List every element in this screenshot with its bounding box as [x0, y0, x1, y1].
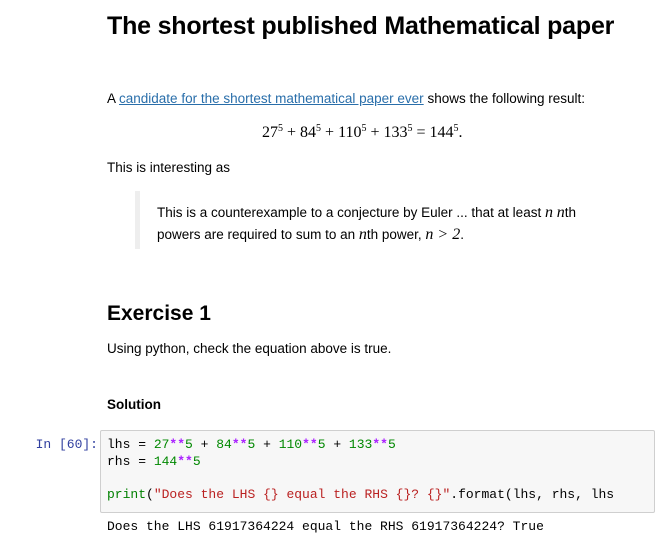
code-token: **: [169, 437, 186, 452]
quote-th-2: th power,: [366, 227, 426, 242]
exercise-heading-block: Exercise 1: [107, 302, 652, 326]
quote-inequality: n > 2: [425, 226, 461, 243]
code-token: 144: [153, 453, 178, 469]
interesting-paragraph: This is interesting as: [107, 160, 652, 175]
eq-base-2: 84: [300, 124, 317, 141]
code-token: **: [372, 437, 388, 452]
eq-base-5: 144: [429, 124, 454, 141]
interesting-text: This is interesting as: [107, 160, 231, 175]
code-cell-input[interactable]: lhs = 27**5 + 84**5 + 110**5 + 133**5 rh…: [100, 430, 655, 513]
code-token: (: [146, 486, 154, 502]
code-token: 5: [317, 437, 326, 452]
exercise-text: Using python, check the equation above i…: [107, 341, 392, 356]
quote-n-1: n: [544, 204, 553, 221]
paper-link[interactable]: candidate for the shortest mathematical …: [119, 91, 424, 106]
solution-label-block: Solution: [107, 397, 652, 412]
quote-line1: This is a counterexample to a conjecture…: [157, 205, 545, 220]
intro-prefix: A: [107, 91, 120, 106]
code-token: =: [130, 453, 154, 469]
quote-text: This is a counterexample to a conjecture…: [157, 202, 576, 246]
quote-th-1: th: [564, 205, 576, 220]
intro-paragraph: A candidate for the shortest mathematica…: [107, 91, 652, 106]
eq-end: .: [458, 124, 463, 141]
cell-output: Does the LHS 61917364224 equal the RHS 6…: [107, 519, 544, 534]
code-token: **: [302, 437, 318, 452]
code-token: **: [177, 453, 193, 469]
code-token: +: [325, 437, 349, 452]
code-token: =: [130, 437, 154, 452]
code-token: 5: [185, 437, 193, 452]
cell-prompt: In [60]:: [35, 437, 98, 452]
eq-base-4: 133: [383, 124, 408, 141]
code-token: 84: [216, 437, 232, 452]
code-token: 110: [278, 437, 303, 452]
code-token: 27: [153, 437, 170, 452]
eq-base-1: 27: [262, 124, 278, 141]
quote-n-2: n: [556, 204, 565, 221]
quote-end: .: [460, 227, 464, 242]
eq-plus-2: +: [321, 124, 339, 141]
eq-plus-3: +: [366, 124, 384, 141]
exercise-heading: Exercise 1: [107, 302, 211, 325]
code-token: +: [192, 437, 217, 452]
eq-equals: =: [412, 124, 430, 141]
code-token: +: [255, 437, 279, 452]
code-token: 133: [348, 437, 373, 452]
code-token: rhs: [107, 453, 131, 469]
code-token: print: [107, 486, 147, 502]
eq-base-3: 110: [338, 124, 362, 141]
blockquote: This is a counterexample to a conjecture…: [135, 191, 635, 249]
equation: 275 + 845 + 1105 + 1335 = 1445.: [262, 124, 522, 142]
exercise-paragraph: Using python, check the equation above i…: [107, 341, 652, 356]
page-title-block: The shortest published Mathematical pape…: [107, 12, 652, 40]
eq-plus-1: +: [283, 124, 301, 141]
solution-label: Solution: [107, 397, 161, 412]
code-token: **: [231, 437, 248, 452]
page-title: The shortest published Mathematical pape…: [107, 12, 615, 40]
code-token: .format(lhs, rhs, lhs: [450, 486, 615, 502]
quote-n-3: n: [358, 226, 367, 243]
code-editor[interactable]: lhs = 27**5 + 84**5 + 110**5 + 133**5 rh…: [107, 437, 614, 503]
code-token: 5: [387, 437, 396, 452]
code-token: "Does the LHS {} equal the RHS {}? {}": [153, 486, 451, 502]
code-token: 5: [192, 453, 201, 469]
code-token: lhs: [107, 437, 131, 452]
intro-suffix: shows the following result:: [423, 91, 586, 106]
quote-line2: powers are required to sum to an: [157, 227, 359, 242]
